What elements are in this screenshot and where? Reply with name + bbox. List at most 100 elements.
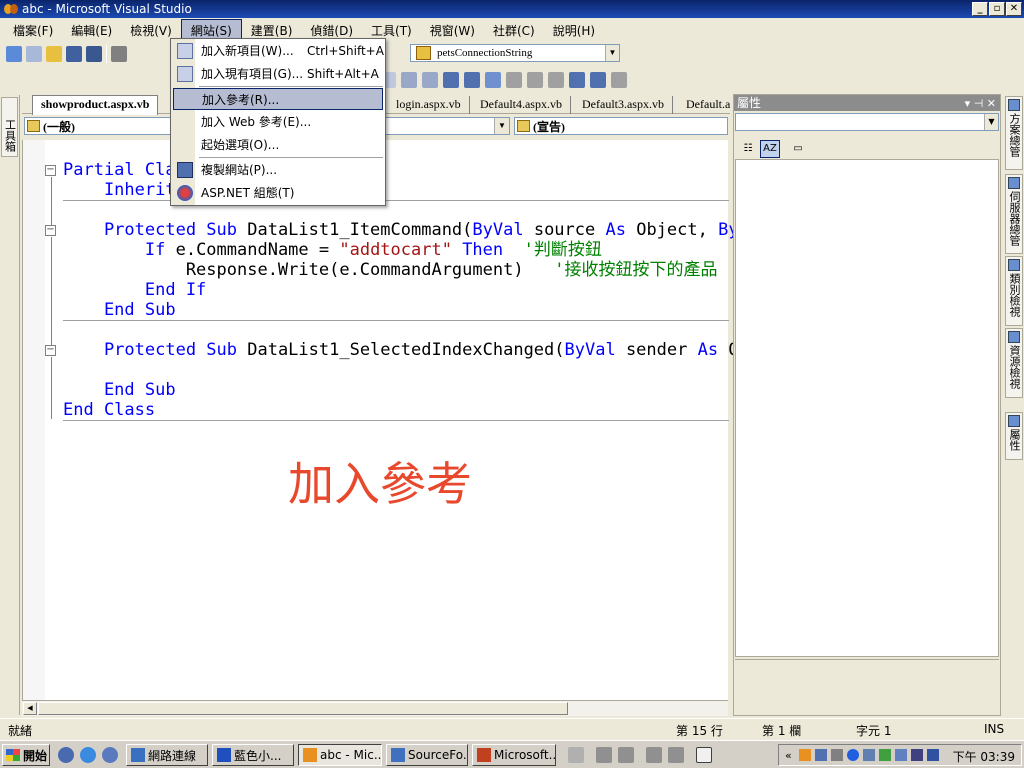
menu-community[interactable]: 社群(C) [484,20,544,41]
method-separator [63,320,729,321]
connection-combo[interactable]: petsConnectionString ▼ [410,44,620,62]
right-tab-strip: 方案總管 伺服器總管 類別檢視 資源檢視 屬性 [1002,94,1024,716]
task-network[interactable]: 網路連線 [126,744,208,766]
task-vs[interactable]: abc - Mic... [298,744,382,766]
code-token: Protected Sub [63,340,248,360]
class-combo-value: (一般) [43,119,75,134]
menu-edit[interactable]: 編輯(E) [62,20,121,41]
menu-item-add-existing-item[interactable]: 加入現有項目(G)... Shift+Alt+A [173,63,383,85]
collapse-icon[interactable]: − [45,345,56,356]
pin-icon[interactable]: ⊣ [974,97,984,110]
clock[interactable]: 下午 03:39 [953,748,1015,765]
collapse-icon[interactable]: − [45,165,56,176]
menu-item-add-reference[interactable]: 加入參考(R)... [173,88,383,110]
menu-item-copy-website[interactable]: 複製網站(P)... [173,159,383,181]
prev-bookmark-icon[interactable] [506,72,522,88]
vs-icon [303,748,317,762]
open-file-icon[interactable] [46,46,62,62]
horizontal-scrollbar[interactable]: ◀ [22,700,728,716]
code-editor[interactable]: − − − Partial Cla Inherit Protected Sub … [22,140,749,700]
tab-default4[interactable]: Default4.aspx.vb [472,96,571,114]
collapse-icon[interactable]: − [45,225,56,236]
increase-indent-icon[interactable] [422,72,438,88]
panel-close-icon[interactable]: ✕ [987,97,996,110]
tab-server-explorer[interactable]: 伺服器總管 [1005,174,1023,254]
tab-class-view[interactable]: 類別檢視 [1005,256,1023,326]
decrease-indent-icon[interactable] [401,72,417,88]
tab-default3[interactable]: Default3.aspx.vb [574,96,673,114]
volume-icon[interactable] [831,749,843,761]
minimize-button[interactable]: _ [972,2,988,16]
save-icon[interactable] [66,46,82,62]
maximize-button[interactable]: ▫ [989,2,1005,16]
tab-showproduct[interactable]: showproduct.aspx.vb [32,95,159,115]
uncomment-icon[interactable] [464,72,480,88]
tray-monitor-icon[interactable] [895,749,907,761]
tray-lan-icon[interactable] [879,749,891,761]
tab-default[interactable]: Default.a [678,96,738,114]
panel-menu-icon[interactable]: ▾ [965,97,971,110]
internet-explorer-icon[interactable] [80,747,96,763]
save-all-icon[interactable] [86,46,102,62]
comment-bubble-icon[interactable] [611,72,627,88]
tray-app-icon[interactable] [799,749,811,761]
property-grid[interactable] [735,159,999,657]
tray-battery-icon[interactable] [911,749,923,761]
media-player-icon[interactable] [58,747,74,763]
folder-icon [217,748,231,762]
next-bookmark-icon[interactable] [527,72,543,88]
task-sourceforge[interactable]: SourceFo... [386,744,468,766]
menu-item-aspnet-config[interactable]: ASP.NET 組態(T) [173,182,383,204]
bookmark-icon[interactable] [485,72,501,88]
tab-solution-explorer[interactable]: 方案總管 [1005,96,1023,170]
navigate-back-icon[interactable] [569,72,585,88]
code-token: Object, [625,220,719,240]
tab-login[interactable]: login.aspx.vb [388,96,470,114]
ime-pen-icon[interactable] [596,747,612,763]
task-microsoft[interactable]: Microsoft... [472,744,556,766]
task-blue[interactable]: 藍色小... [212,744,294,766]
scroll-thumb[interactable] [38,702,568,715]
tab-resource-view[interactable]: 資源檢視 [1005,328,1023,398]
tab-properties[interactable]: 屬性 [1005,412,1023,460]
tray-device-icon[interactable] [927,749,939,761]
code-line: Protected Sub DataList1_ItemCommand(ByVa… [63,220,749,240]
bluetooth-icon[interactable] [847,749,859,761]
menu-file[interactable]: 檔案(F) [4,20,62,41]
help-icon[interactable] [696,747,712,763]
cut-icon[interactable] [111,46,127,62]
tray-display-icon[interactable] [863,749,875,761]
clear-bookmarks-icon[interactable] [548,72,564,88]
ime-pad-icon[interactable] [618,747,634,763]
menu-item-add-web-reference[interactable]: 加入 Web 參考(E)... [173,111,383,133]
status-ready: 就緒 [8,724,33,738]
member-icon [517,120,530,132]
ime-mode-icon[interactable] [668,747,684,763]
menu-item-add-new-item[interactable]: 加入新項目(W)... Ctrl+Shift+A [173,40,384,62]
scroll-left-icon[interactable]: ◀ [23,702,37,715]
comment-icon[interactable] [443,72,459,88]
property-pages-icon[interactable]: ▭ [788,140,808,158]
toolbox-label: 工具箱 [3,119,17,152]
start-button[interactable]: 開始 [2,744,50,766]
handwrite-icon[interactable] [646,747,662,763]
menu-item-start-options[interactable]: 起始選項(O)... [173,134,383,156]
add-item-icon[interactable] [26,46,42,62]
tray-network-icon[interactable] [815,749,827,761]
chevron-down-icon[interactable]: ▼ [605,45,619,61]
toolbox-tab[interactable]: 工具箱 [1,97,18,157]
expand-tray-icon[interactable]: « [785,749,797,762]
new-project-icon[interactable] [6,46,22,62]
chevron-down-icon[interactable]: ▼ [984,114,998,130]
alphabetical-icon[interactable]: AZ [760,140,780,158]
show-desktop-icon[interactable] [102,747,118,763]
menu-window[interactable]: 視窗(W) [421,20,484,41]
chevron-down-icon[interactable]: ▼ [494,118,509,134]
properties-object-combo[interactable]: ▼ [735,113,999,131]
categorized-icon[interactable]: ☷ [738,140,758,158]
method-name-combo[interactable]: (宣告) [514,117,728,135]
menu-help[interactable]: 說明(H) [544,20,604,41]
navigate-forward-icon[interactable] [590,72,606,88]
close-button[interactable]: ✕ [1006,2,1022,16]
keyboard-icon[interactable] [568,747,584,763]
